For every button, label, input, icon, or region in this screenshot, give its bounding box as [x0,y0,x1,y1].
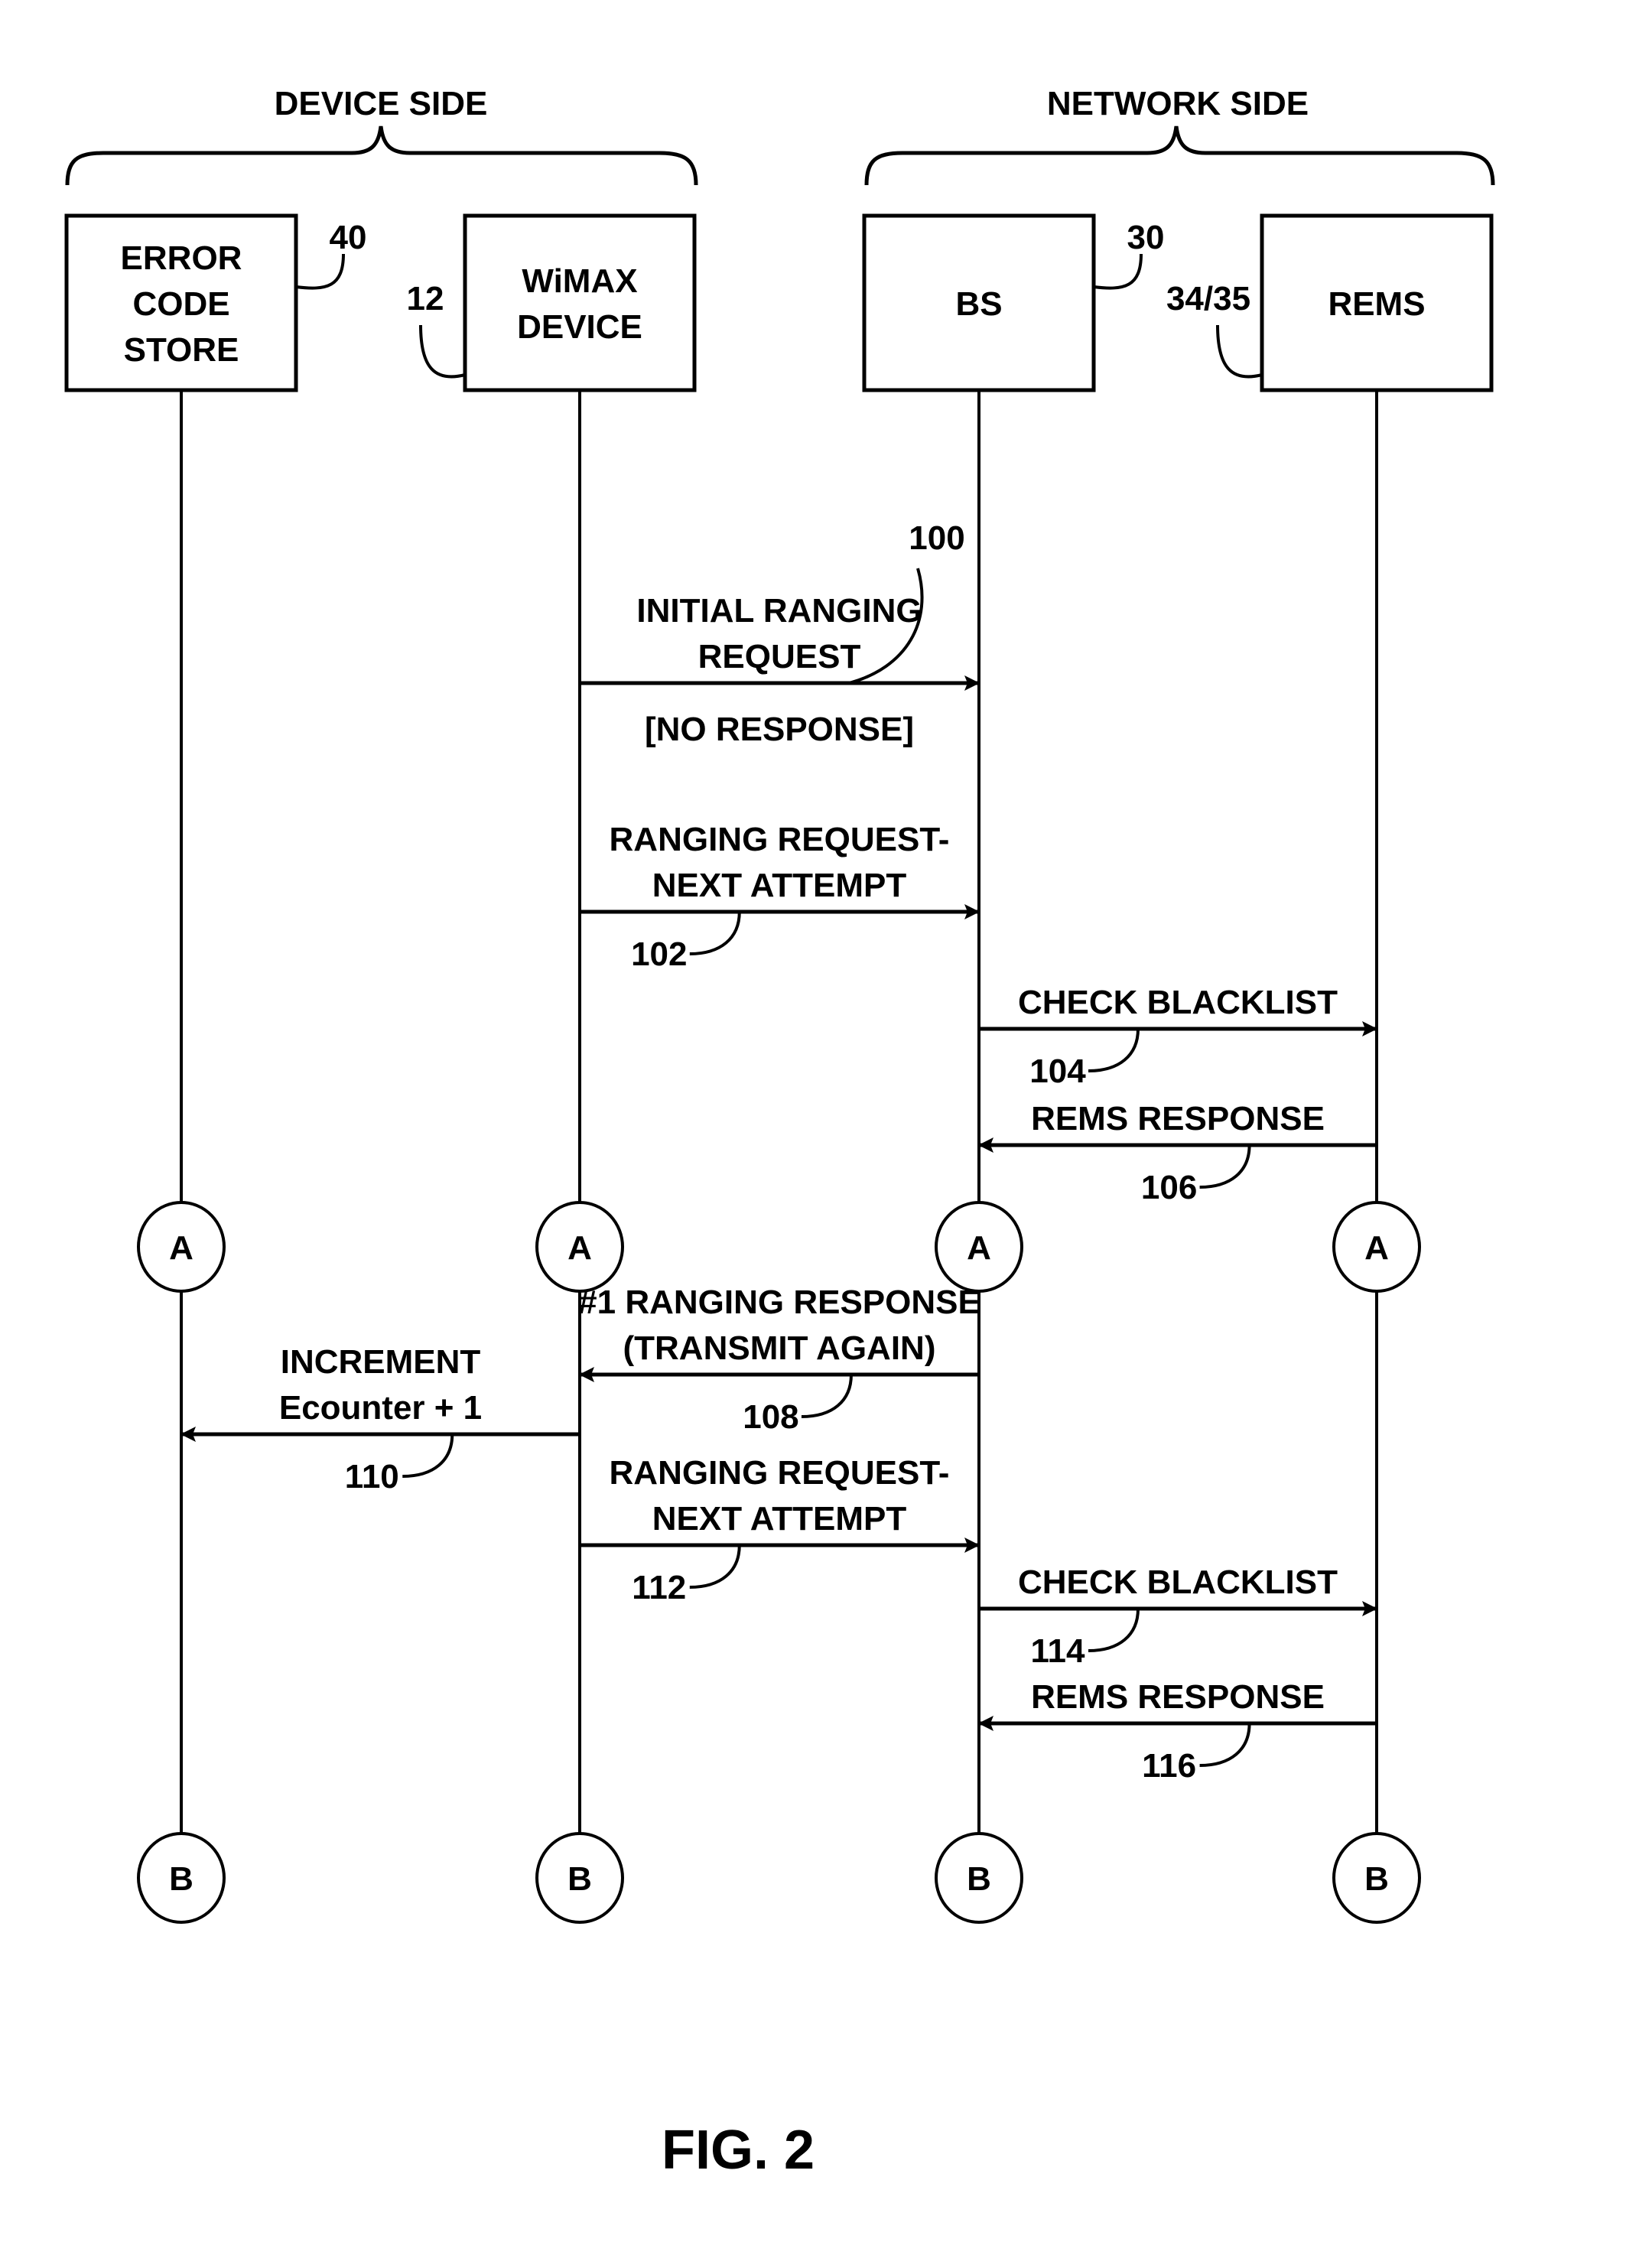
message-label-line: RANGING REQUEST- [610,821,950,858]
participant-rems: REMS 34/35 A B [1166,213,1494,1924]
connector-label: B [967,1860,991,1898]
participants-layer: ERRORCODESTORE40ABWiMAXDEVICE12ABBS30ABR… [64,213,1494,1924]
message-label-line: REMS RESPONSE [1031,1100,1325,1137]
message-100: INITIAL RANGING REQUEST [NO RESPONSE] 100 [580,519,980,748]
connector-B-rems: B [1332,1832,1421,1924]
message-label-line: NEXT ATTEMPT [652,1500,907,1538]
connector-label: B [567,1860,592,1898]
message-ref-leader [1088,1608,1140,1652]
message-ref-leader [1088,1028,1140,1072]
participant-label-line: CODE [132,285,229,323]
connector-label: A [967,1229,991,1267]
message-label-line: INITIAL RANGING [636,592,922,630]
participant-error-code-store: ERROR CODE STORE 40 A B [64,213,367,1924]
messages-layer: INITIAL RANGING REQUEST [NO RESPONSE] 100 RA… [180,519,1377,1785]
participant-ref-bs: 30 [1127,219,1165,256]
message-ref-leader [689,911,741,955]
ref-leader-error-code-store [295,253,345,290]
message-108: #1 RANGING RESPONSE (TRANSMIT AGAIN) 108 [578,1284,980,1436]
message-ref-leader [689,1544,741,1589]
participant-ref-rems: 34/35 [1166,280,1250,317]
message-label-line: #1 RANGING RESPONSE [578,1284,980,1321]
message-ref-leader [1199,1723,1251,1767]
sequence-diagram: DEVICE SIDE NETWORK SIDE ERROR CODE STORE 4… [64,85,1495,2181]
message-label-line: (TRANSMIT AGAIN) [623,1329,936,1367]
participant-wimax-device: WiMAX DEVICE 12 A B [407,213,697,1924]
participant-label-line: ERROR [121,239,242,277]
participant-label-line: STORE [124,331,239,369]
message-label-line: CHECK BLACKLIST [1018,984,1338,1021]
message-ref: 106 [1141,1169,1197,1206]
message-label-line: CHECK BLACKLIST [1018,1564,1338,1601]
ref-leader-bs [1093,253,1143,290]
message-ref: 104 [1029,1053,1086,1090]
group-network-side: NETWORK SIDE [864,85,1495,186]
message-104: CHECK BLACKLIST 104 [979,984,1377,1090]
connector-A-error-code-store: A [137,1201,226,1293]
message-ref-leader [801,1374,853,1418]
message-label-line: NEXT ATTEMPT [652,867,907,904]
message-112: RANGING REQUEST- NEXT ATTEMPT 112 [580,1454,980,1606]
message-ref: 110 [345,1458,399,1495]
message-label-line: INCREMENT [281,1343,481,1381]
connector-B-wimax-device: B [535,1832,624,1924]
connector-B-bs: B [935,1832,1023,1924]
message-106: REMS RESPONSE 106 [978,1100,1377,1206]
connector-label: A [169,1229,193,1267]
ref-leader-wimax-device [419,324,466,379]
participant-label-line: BS [955,285,1002,323]
message-label-line: REMS RESPONSE [1031,1678,1325,1716]
participant-ref-error-code-store: 40 [330,219,367,256]
brace-network-side [864,125,1495,186]
group-device-side: DEVICE SIDE [65,85,698,186]
message-note: [NO RESPONSE] [645,711,914,748]
participant-label-line: REMS [1328,285,1425,323]
participant-box-wimax-device [463,213,697,392]
connector-A-wimax-device: A [535,1201,624,1293]
message-ref-leader [402,1433,454,1478]
brace-device-side [65,125,698,186]
connector-label: A [567,1229,592,1267]
message-ref: 100 [909,519,964,557]
group-label-network-side: NETWORK SIDE [1047,85,1309,122]
message-114: CHECK BLACKLIST 114 [979,1564,1377,1670]
participant-label-line: DEVICE [517,308,642,346]
connector-A-rems: A [1332,1201,1421,1293]
message-label-line: Ecounter + 1 [279,1389,482,1427]
message-ref: 112 [632,1569,686,1606]
ref-leader-rems [1216,324,1263,379]
connector-A-bs: A [935,1201,1023,1293]
message-ref: 102 [631,936,687,973]
group-label-device-side: DEVICE SIDE [275,85,488,122]
message-label-line: REQUEST [698,638,861,675]
message-ref: 108 [743,1398,798,1436]
connector-B-error-code-store: B [137,1832,226,1924]
connector-label: B [1364,1860,1389,1898]
participant-label-line: WiMAX [522,262,637,300]
connector-label: A [1364,1229,1389,1267]
participant-bs: BS 30 A B [862,213,1165,1924]
figure-caption: FIG. 2 [662,2120,815,2181]
message-ref: 114 [1031,1632,1086,1670]
connector-label: B [169,1860,193,1898]
message-label-line: RANGING REQUEST- [610,1454,950,1492]
message-110: INCREMENT Ecounter + 1 110 [180,1343,580,1495]
message-ref-leader [1199,1144,1251,1189]
message-116: REMS RESPONSE 116 [978,1678,1377,1785]
participant-ref-wimax-device: 12 [407,280,444,317]
message-102: RANGING REQUEST- NEXT ATTEMPT 102 [580,821,980,973]
message-ref: 116 [1142,1747,1196,1785]
